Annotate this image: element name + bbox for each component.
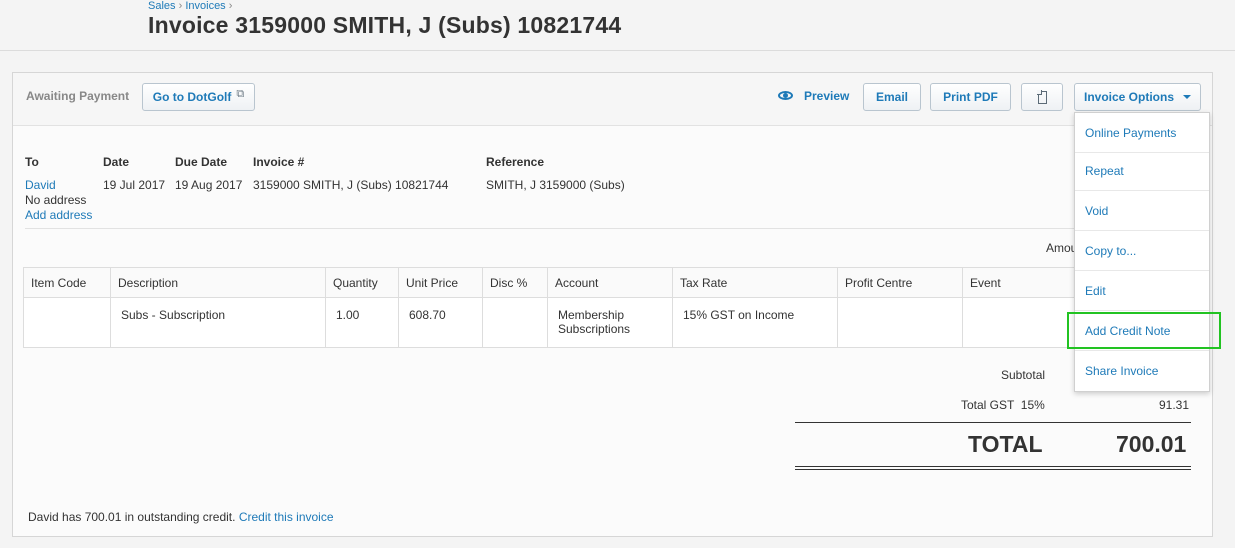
- menu-item-edit[interactable]: Edit: [1075, 271, 1209, 311]
- menu-item-copy-to[interactable]: Copy to...: [1075, 231, 1209, 271]
- table-row[interactable]: Subs - Subscription 1.00 608.70 Membersh…: [23, 297, 1114, 348]
- invoice-number-label: Invoice #: [253, 155, 305, 169]
- totals-divider: [795, 422, 1191, 423]
- divider: [25, 228, 1195, 229]
- go-to-dotgolf-button[interactable]: Go to DotGolf ⧉: [142, 83, 255, 111]
- amounts-are-label: Amou: [1046, 241, 1078, 255]
- reference-value: SMITH, J 3159000 (Subs): [486, 178, 625, 192]
- profit-centre-cell[interactable]: [837, 297, 963, 348]
- account-line: Membership: [558, 308, 625, 322]
- column-header: Item Code: [23, 267, 111, 298]
- invoice-options-label: Invoice Options: [1083, 90, 1174, 104]
- column-header: Quantity: [325, 267, 399, 298]
- tax-rate-cell[interactable]: 15% GST on Income: [672, 297, 838, 348]
- eye-icon: [778, 91, 795, 101]
- account-cell[interactable]: Membership Subscriptions: [547, 297, 673, 348]
- copy-document-button[interactable]: [1021, 83, 1063, 111]
- menu-item-repeat[interactable]: Repeat: [1075, 151, 1209, 191]
- go-to-dotgolf-label: Go to DotGolf: [152, 90, 232, 104]
- credit-notice: David has 700.01 in outstanding credit. …: [28, 510, 334, 524]
- column-header: Description: [110, 267, 326, 298]
- invoice-number-value: 3159000 SMITH, J (Subs) 10821744: [253, 178, 449, 192]
- page-header: Sales › Invoices › Invoice 3159000 SMITH…: [0, 0, 1235, 51]
- column-header: Disc %: [482, 267, 548, 298]
- gst-value: 91.31: [1159, 398, 1190, 412]
- breadcrumb-invoices-link[interactable]: Invoices: [185, 0, 225, 12]
- reference-label: Reference: [486, 155, 545, 169]
- column-header: Tax Rate: [672, 267, 838, 298]
- total-double-rule: [795, 466, 1191, 467]
- date-label: Date: [103, 155, 130, 169]
- breadcrumb-sales-link[interactable]: Sales: [148, 0, 176, 12]
- total-double-rule: [795, 469, 1191, 470]
- print-pdf-button[interactable]: Print PDF: [930, 83, 1011, 111]
- menu-item-void[interactable]: Void: [1075, 191, 1209, 231]
- menu-item-share-invoice[interactable]: Share Invoice: [1075, 351, 1209, 391]
- credit-this-invoice-link[interactable]: Credit this invoice: [239, 510, 334, 524]
- subtotal-label: Subtotal: [1001, 368, 1046, 382]
- breadcrumb: Sales › Invoices ›: [148, 0, 232, 12]
- invoice-options-menu: Online Payments Repeat Void Copy to... E…: [1074, 112, 1210, 392]
- line-items-table: Item Code Description Quantity Unit Pric…: [23, 267, 1114, 348]
- total-label: TOTAL: [968, 431, 1043, 457]
- email-button[interactable]: Email: [863, 83, 921, 111]
- breadcrumb-separator: ›: [228, 0, 233, 12]
- invoice-options-button[interactable]: Invoice Options: [1074, 83, 1201, 111]
- external-link-icon: ⧉: [236, 87, 245, 100]
- table-header-row: Item Code Description Quantity Unit Pric…: [23, 267, 1114, 298]
- invoice-toolbar: Awaiting Payment Go to DotGolf ⧉ Preview…: [13, 73, 1212, 126]
- due-date-value: 19 Aug 2017: [175, 178, 243, 192]
- chevron-down-icon: [1183, 95, 1191, 99]
- discount-cell[interactable]: [482, 297, 548, 348]
- column-header: Account: [547, 267, 673, 298]
- date-value: 19 Jul 2017: [103, 178, 166, 192]
- add-address-link[interactable]: Add address: [25, 208, 92, 222]
- preview-label: Preview: [804, 89, 850, 103]
- column-header: Unit Price: [398, 267, 483, 298]
- total-value: 700.01: [1116, 431, 1187, 457]
- item-code-cell[interactable]: [23, 297, 111, 348]
- credit-notice-text: David has 700.01 in outstanding credit.: [28, 510, 236, 524]
- highlight-box: [1067, 312, 1221, 349]
- breadcrumb-separator: ›: [178, 0, 183, 12]
- menu-item-online-payments[interactable]: Online Payments: [1075, 113, 1209, 153]
- contact-name-link[interactable]: David: [25, 178, 56, 192]
- contact-address: No address: [25, 193, 87, 207]
- preview-link[interactable]: Preview: [778, 89, 849, 103]
- quantity-cell[interactable]: 1.00: [325, 297, 399, 348]
- column-header: Profit Centre: [837, 267, 963, 298]
- unit-price-cell[interactable]: 608.70: [398, 297, 483, 348]
- invoice-panel: Awaiting Payment Go to DotGolf ⧉ Preview…: [12, 72, 1213, 537]
- page-title: Invoice 3159000 SMITH, J (Subs) 10821744: [148, 12, 622, 38]
- document-icon: [1037, 90, 1047, 104]
- account-line: Subscriptions: [558, 322, 631, 336]
- status-label: Awaiting Payment: [26, 89, 130, 103]
- gst-label: Total GST 15%: [961, 398, 1045, 412]
- due-date-label: Due Date: [175, 155, 228, 169]
- description-cell[interactable]: Subs - Subscription: [110, 297, 326, 348]
- to-label: To: [25, 155, 39, 169]
